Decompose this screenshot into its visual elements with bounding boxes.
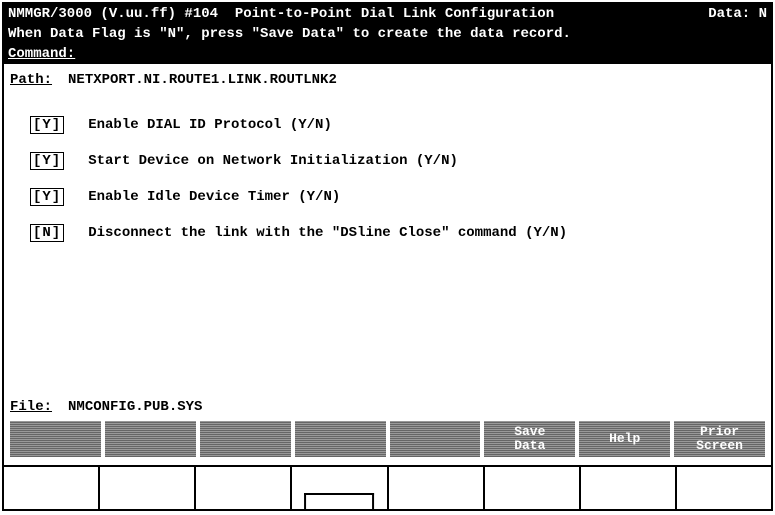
bottom-box-2 — [100, 467, 196, 509]
bottom-box-5 — [389, 467, 485, 509]
file-label: File: — [10, 399, 52, 415]
fkey-prior-screen[interactable]: Prior Screen — [674, 421, 765, 457]
bottom-box-6 — [485, 467, 581, 509]
info-bar: When Data Flag is "N", press "Save Data"… — [4, 24, 771, 44]
file-row: File: NMCONFIG.PUB.SYS — [8, 399, 767, 415]
fkey-f2[interactable] — [105, 421, 196, 457]
field-start-device-label: Start Device on Network Initialization (… — [88, 153, 458, 169]
field-start-device-input[interactable]: [Y] — [30, 152, 64, 170]
field-idle-timer: [Y] Enable Idle Device Timer (Y/N) — [8, 188, 767, 206]
command-bar: Command: — [4, 44, 771, 64]
fkey-f4[interactable] — [295, 421, 386, 457]
terminal-screen: NMMGR/3000 (V.uu.ff) #104 Point-to-Point… — [2, 2, 773, 511]
field-enable-dial-id-label: Enable DIAL ID Protocol (Y/N) — [88, 117, 332, 133]
field-start-device: [Y] Start Device on Network Initializati… — [8, 152, 767, 170]
path-label: Path: — [10, 72, 52, 88]
bottom-box-7 — [581, 467, 677, 509]
fkey-f5[interactable] — [390, 421, 481, 457]
title-left: NMMGR/3000 (V.uu.ff) #104 Point-to-Point… — [8, 6, 554, 22]
bottom-box-8 — [677, 467, 771, 509]
content-area: Path: NETXPORT.NI.ROUTE1.LINK.ROUTLNK2 [… — [4, 64, 771, 465]
fkey-f1[interactable] — [10, 421, 101, 457]
title-right: Data: N — [708, 6, 767, 22]
title-bar: NMMGR/3000 (V.uu.ff) #104 Point-to-Point… — [4, 4, 771, 24]
field-idle-timer-label: Enable Idle Device Timer (Y/N) — [88, 189, 340, 205]
bottom-box-4 — [292, 467, 388, 509]
bottom-box-3 — [196, 467, 292, 509]
field-disconnect-link-input[interactable]: [N] — [30, 224, 64, 242]
field-enable-dial-id-input[interactable]: [Y] — [30, 116, 64, 134]
field-idle-timer-input[interactable]: [Y] — [30, 188, 64, 206]
bottom-status-row — [4, 465, 771, 509]
command-label: Command: — [8, 46, 75, 62]
field-enable-dial-id: [Y] Enable DIAL ID Protocol (Y/N) — [8, 116, 767, 134]
function-key-row: Save Data Help Prior Screen — [8, 421, 767, 461]
fkey-save-data[interactable]: Save Data — [484, 421, 575, 457]
path-row: Path: NETXPORT.NI.ROUTE1.LINK.ROUTLNK2 — [8, 72, 767, 88]
file-value: NMCONFIG.PUB.SYS — [68, 399, 202, 415]
path-value: NETXPORT.NI.ROUTE1.LINK.ROUTLNK2 — [68, 72, 337, 88]
fkey-help[interactable]: Help — [579, 421, 670, 457]
fkey-f3[interactable] — [200, 421, 291, 457]
field-disconnect-link-label: Disconnect the link with the "DSline Clo… — [88, 225, 567, 241]
field-disconnect-link: [N] Disconnect the link with the "DSline… — [8, 224, 767, 242]
bottom-box-1 — [4, 467, 100, 509]
